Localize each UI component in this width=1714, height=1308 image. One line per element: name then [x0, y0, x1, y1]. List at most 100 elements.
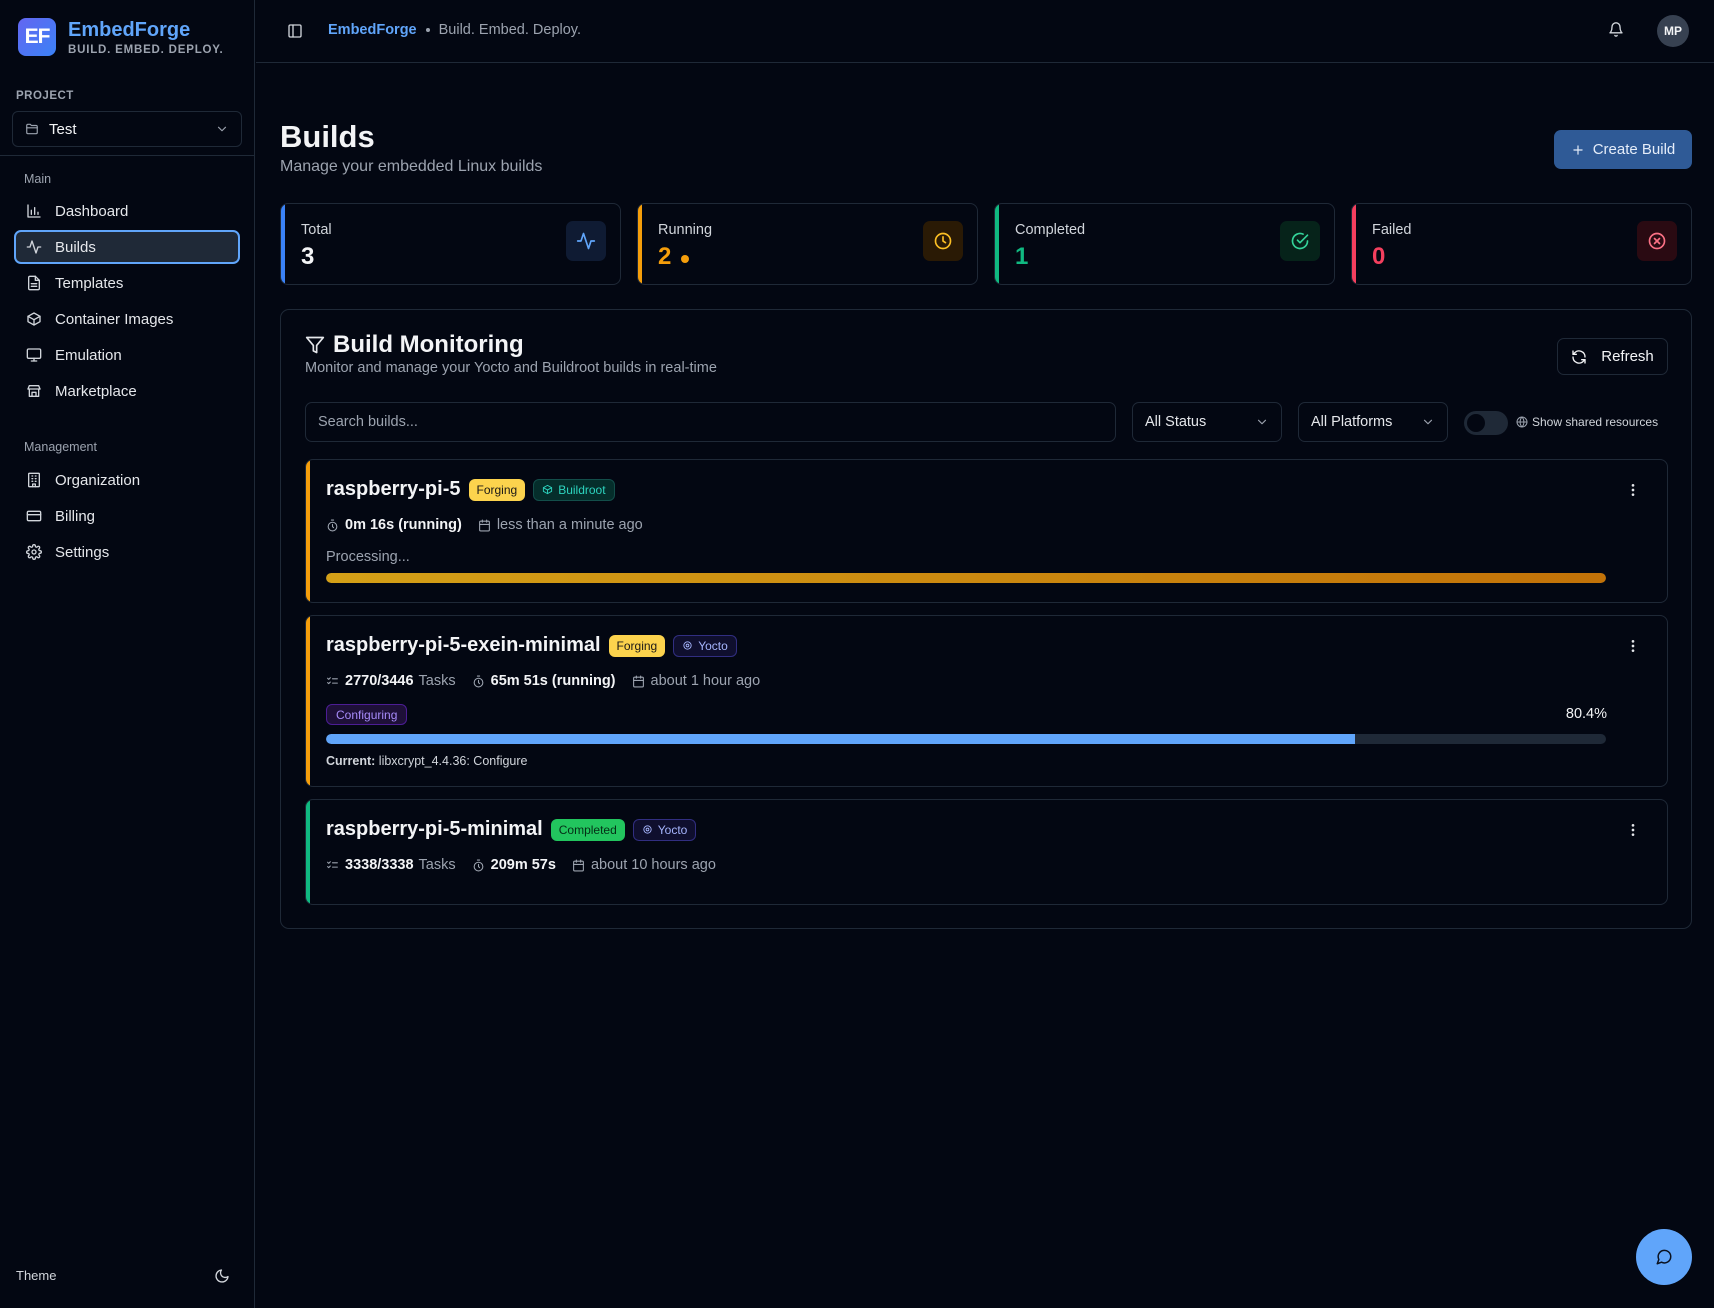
credit-card-icon	[26, 508, 42, 524]
build-name[interactable]: raspberry-pi-5-exein-minimal	[326, 634, 601, 657]
more-vertical-icon[interactable]	[1625, 638, 1641, 654]
sidebar-item-organization[interactable]: Organization	[14, 463, 240, 497]
moon-icon[interactable]	[214, 1268, 230, 1284]
phase-badge: Configuring	[326, 704, 408, 725]
build-name[interactable]: raspberry-pi-5-minimal	[326, 818, 543, 841]
page-subtitle: Manage your embedded Linux builds	[280, 158, 543, 175]
sidebar-item-emulation[interactable]: Emulation	[14, 338, 240, 372]
stat-accent	[1352, 204, 1356, 284]
shared-resources-toggle[interactable]	[1464, 411, 1508, 435]
sidebar-item-dashboard[interactable]: Dashboard	[14, 194, 240, 228]
platform-filter-value: All Platforms	[1311, 414, 1393, 430]
sidebar-item-container-images[interactable]: Container Images	[14, 302, 240, 336]
sidebar-item-label: Container Images	[55, 310, 174, 328]
brand-name: EmbedForge	[68, 18, 191, 41]
system-badge-label: Yocto	[657, 822, 688, 837]
refresh-icon	[1571, 349, 1587, 365]
system-badge-label: Yocto	[698, 638, 728, 653]
create-build-button[interactable]: Create Build	[1554, 130, 1692, 169]
task-label: Tasks	[418, 673, 456, 689]
platform-filter-select[interactable]: All Platforms	[1298, 402, 1448, 442]
system-badge: Buildroot	[533, 478, 615, 501]
chevron-down-icon	[1421, 415, 1435, 429]
brand-tagline: BUILD. EMBED. DEPLOY.	[68, 43, 224, 56]
sidebar-item-builds[interactable]: Builds	[14, 230, 240, 264]
timer-icon	[472, 859, 485, 872]
build-duration: 0m 16s (running)	[345, 517, 462, 533]
stat-card-completed: Completed 1	[994, 203, 1335, 285]
breadcrumb-app[interactable]: EmbedForge	[328, 22, 417, 38]
building-icon	[26, 472, 42, 488]
build-card[interactable]: raspberry-pi-5 Forging Buildroot 0m 16s …	[305, 459, 1668, 603]
store-icon	[26, 383, 42, 399]
status-badge: Forging	[468, 478, 526, 501]
breadcrumb: EmbedForge Build. Embed. Deploy.	[328, 22, 581, 38]
refresh-button[interactable]: Refresh	[1557, 338, 1668, 375]
task-count: 2770/3446	[345, 673, 414, 689]
breadcrumb-separator	[425, 28, 430, 32]
panel-title: Build Monitoring	[333, 331, 524, 358]
theme-label: Theme	[16, 1268, 57, 1283]
activity-icon	[26, 239, 42, 255]
avatar[interactable]: MP	[1657, 15, 1689, 47]
processing-label: Processing...	[326, 549, 410, 565]
sidebar-item-billing[interactable]: Billing	[14, 499, 240, 533]
create-build-label: Create Build	[1592, 141, 1676, 158]
build-card[interactable]: raspberry-pi-5-minimal Completed Yocto 3…	[305, 799, 1668, 905]
system-badge-label: Buildroot	[558, 482, 606, 497]
stat-card-total: Total 3	[280, 203, 621, 285]
activity-icon	[566, 221, 606, 261]
build-progress	[326, 573, 1606, 583]
calendar-icon	[572, 859, 585, 872]
build-monitoring-panel: Build Monitoring Monitor and manage your…	[280, 309, 1692, 929]
sidebar-item-label: Organization	[55, 471, 141, 489]
build-duration: 65m 51s (running)	[490, 673, 616, 689]
folder-icon	[25, 122, 39, 136]
calendar-icon	[478, 519, 491, 532]
bell-icon[interactable]	[1608, 21, 1624, 38]
list-checks-icon	[326, 675, 339, 688]
build-name[interactable]: raspberry-pi-5	[326, 478, 461, 501]
logo: EF	[18, 18, 56, 56]
x-circle-icon	[1637, 221, 1677, 261]
status-accent	[306, 800, 310, 904]
gear-icon	[682, 640, 693, 651]
shared-resources-label: Show shared resources	[1532, 415, 1659, 429]
globe-icon	[1516, 416, 1528, 428]
refresh-label: Refresh	[1601, 348, 1654, 365]
shared-resources-label-group: Show shared resources	[1516, 415, 1658, 429]
build-time: about 1 hour ago	[650, 673, 761, 689]
sidebar-divider	[0, 155, 255, 156]
progress-percent: 80.4%	[1565, 706, 1607, 722]
status-filter-select[interactable]: All Status	[1132, 402, 1282, 442]
stat-card-running: Running 2	[637, 203, 978, 285]
build-progress-fill	[326, 573, 1606, 583]
more-vertical-icon[interactable]	[1625, 482, 1641, 498]
running-pulse-dot	[681, 255, 690, 263]
sidebar: EF EmbedForge BUILD. EMBED. DEPLOY. PROJ…	[0, 0, 255, 1308]
bar-chart-icon	[26, 203, 42, 219]
sidebar-item-label: Marketplace	[55, 382, 137, 400]
sidebar-toggle-icon[interactable]	[287, 23, 303, 39]
project-select[interactable]: Test	[12, 111, 242, 147]
sidebar-item-templates[interactable]: Templates	[14, 266, 240, 300]
stat-value: 3	[301, 243, 315, 270]
sidebar-item-marketplace[interactable]: Marketplace	[14, 374, 240, 408]
stat-value: 0	[1372, 243, 1386, 270]
sidebar-item-settings[interactable]: Settings	[14, 535, 240, 569]
gear-icon	[642, 824, 653, 835]
package-icon	[542, 484, 553, 495]
plus-icon	[1571, 143, 1585, 157]
chat-button[interactable]	[1636, 1229, 1692, 1285]
current-task-label: Current:	[326, 754, 376, 768]
monitor-icon	[26, 347, 42, 363]
sidebar-item-label: Settings	[55, 543, 110, 561]
search-input[interactable]	[305, 402, 1116, 442]
brand[interactable]: EF EmbedForge BUILD. EMBED. DEPLOY.	[18, 18, 223, 56]
stat-value: 2	[658, 243, 672, 270]
sidebar-item-label: Dashboard	[55, 202, 129, 220]
status-accent	[306, 460, 310, 602]
build-card[interactable]: raspberry-pi-5-exein-minimal Forging Yoc…	[305, 615, 1668, 787]
more-vertical-icon[interactable]	[1625, 822, 1641, 838]
list-checks-icon	[326, 859, 339, 872]
